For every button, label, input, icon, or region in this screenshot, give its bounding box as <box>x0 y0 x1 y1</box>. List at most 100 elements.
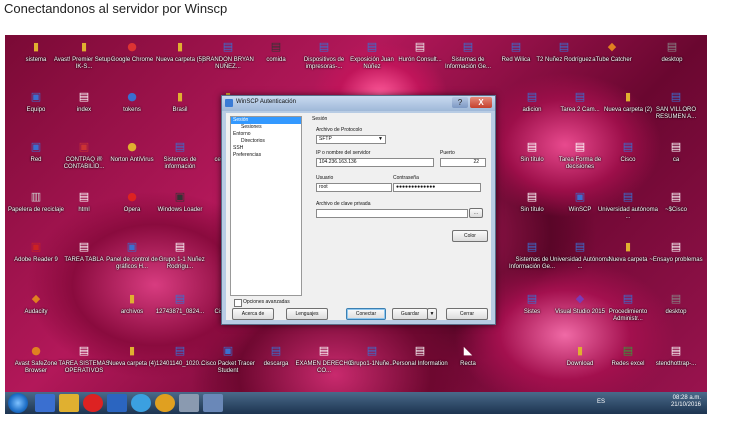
section-title: Sesión <box>312 116 328 122</box>
taskbar-ie-icon[interactable] <box>131 394 151 412</box>
desktop-icon-label: SAN VILLORO RESUMEN A... <box>655 107 697 120</box>
close-button[interactable]: X <box>470 97 492 108</box>
desktop-item-icon: ▣ <box>78 140 90 153</box>
user-label: Usuario <box>316 175 334 181</box>
taskbar-opera-icon[interactable] <box>83 394 103 412</box>
tree-item-sesion[interactable]: Sesión <box>231 117 301 124</box>
desktop-item-icon: ● <box>127 190 137 203</box>
desktop-item-icon: ▣ <box>126 240 138 253</box>
tree-item-entorno[interactable]: Entorno <box>231 131 301 138</box>
port-input[interactable]: 22 <box>440 158 486 167</box>
desktop-item-icon: ▤ <box>414 344 426 357</box>
desktop-icon[interactable]: ▤ ca <box>645 139 707 183</box>
desktop-icon[interactable]: ◆ Audacity <box>5 291 67 335</box>
desktop-icon[interactable]: ▤ SAN VILLORO RESUMEN A... <box>645 89 707 133</box>
desktop-icon-label: Audacity <box>24 309 48 315</box>
taskbar-folder-icon[interactable] <box>59 394 79 412</box>
dialog-titlebar[interactable]: WinSCP Autenticación ? X <box>222 96 495 111</box>
desktop-item-icon: ▤ <box>270 344 282 357</box>
protocol-label: Archivo de Protocolo <box>316 127 363 133</box>
protocol-select[interactable]: SFTP ▼ <box>316 135 386 144</box>
advanced-options-checkbox[interactable] <box>234 299 242 307</box>
desktop-item-icon: ▤ <box>78 344 90 357</box>
desktop-item-icon: ▮ <box>32 40 40 53</box>
tree-item-directorios[interactable]: Directorios <box>231 138 301 145</box>
desktop-item-icon: ▤ <box>670 344 682 357</box>
save-dropdown-chevron-down-icon[interactable]: ▼ <box>427 308 437 320</box>
protocol-value: SFTP <box>319 136 332 142</box>
desktop-icon[interactable]: ◣ Recta <box>437 343 499 387</box>
dialog-title: WinSCP Autenticación <box>236 99 296 105</box>
desktop-item-icon: ▤ <box>670 240 682 253</box>
cancel-button[interactable]: Cerrar <box>446 308 488 320</box>
desktop-item-icon: ▣ <box>30 90 42 103</box>
system-clock[interactable]: 08:28 a.m. 21/10/2016 <box>671 395 701 409</box>
desktop-item-icon: ▮ <box>176 40 184 53</box>
desktop-item-icon: ▤ <box>526 140 538 153</box>
desktop-icon[interactable]: ▤ desktop <box>641 39 703 83</box>
desktop-icon[interactable]: ▤ stendhottrap-... <box>645 343 707 387</box>
desktop-item-icon: ▤ <box>174 140 186 153</box>
desktop-item-icon: ▤ <box>670 292 682 305</box>
desktop-icon-label: desktop <box>665 309 687 315</box>
desktop-icon-label: stendhottrap-... <box>655 361 697 367</box>
desktop-item-icon: ● <box>127 40 137 53</box>
help-button[interactable]: ? <box>452 97 468 108</box>
connect-button[interactable]: Conectar <box>346 308 386 320</box>
desktop-item-icon: ▤ <box>666 40 678 53</box>
private-key-input[interactable] <box>316 209 468 218</box>
desktop-item-icon: ▤ <box>526 292 538 305</box>
document-title: Conectandonos al servidor por Winscp <box>4 1 228 16</box>
desktop-item-icon: ▮ <box>128 344 136 357</box>
taskbar-explorer-icon[interactable] <box>35 394 55 412</box>
desktop-item-icon: ▣ <box>222 344 234 357</box>
desktop-item-icon: ▤ <box>574 140 586 153</box>
desktop-item-icon: ▤ <box>222 40 234 53</box>
desktop-item-icon: ▤ <box>574 240 586 253</box>
desktop-item-icon: ▤ <box>174 240 186 253</box>
desktop-item-icon: ● <box>31 344 41 357</box>
taskbar-media-icon[interactable] <box>107 394 127 412</box>
desktop-icon[interactable]: ▣ Windows Loader <box>149 189 211 233</box>
desktop-icon-label: Recta <box>460 361 476 367</box>
desktop-icon-label: Windows Loader <box>157 207 203 213</box>
languages-button[interactable]: Lenguajes <box>286 308 328 320</box>
password-input[interactable]: ●●●●●●●●●●●●● <box>393 183 481 192</box>
port-value: 22 <box>473 159 479 165</box>
tree-item-sesiones[interactable]: Sesiones <box>231 124 301 131</box>
taskbar-chrome-icon[interactable] <box>155 394 175 412</box>
desktop-icon[interactable]: ◆ aTube Catcher <box>581 39 643 83</box>
color-button[interactable]: Color <box>452 230 488 242</box>
host-input[interactable]: 104.236.163.136 <box>316 158 434 167</box>
browse-key-button[interactable]: ... <box>469 208 483 218</box>
about-button[interactable]: Acerca de <box>232 308 274 320</box>
desktop-item-icon: ▣ <box>30 140 42 153</box>
user-input[interactable]: root <box>316 183 392 192</box>
desktop-item-icon: ▤ <box>318 40 330 53</box>
desktop-item-icon: ▮ <box>624 240 632 253</box>
desktop-item-icon: ▤ <box>622 344 634 357</box>
desktop-item-icon: ◆ <box>575 292 585 305</box>
desktop-item-icon: ▤ <box>526 90 538 103</box>
taskbar-tool-icon[interactable] <box>179 394 199 412</box>
desktop-icon-label: ca <box>672 157 680 163</box>
tree-item-preferencias[interactable]: Preferencias <box>231 152 301 159</box>
desktop-icon[interactable]: ▤ ~Ensayo problemas <box>645 239 707 283</box>
tree-item-ssh[interactable]: SSH <box>231 145 301 152</box>
desktop-icon[interactable]: ▤ desktop <box>645 291 707 335</box>
save-button[interactable]: Guardar <box>392 308 428 320</box>
winscp-login-dialog: WinSCP Autenticación ? X Sesión Sesiones… <box>221 95 496 325</box>
desktop-item-icon: ◆ <box>607 40 617 53</box>
start-button[interactable] <box>8 393 28 413</box>
desktop-item-icon: ▤ <box>318 344 330 357</box>
session-tree[interactable]: Sesión Sesiones Entorno Directorios SSH … <box>230 116 302 296</box>
desktop-item-icon: ▤ <box>174 344 186 357</box>
desktop-item-icon: ▤ <box>510 40 522 53</box>
desktop-item-icon: ▤ <box>622 140 634 153</box>
chevron-down-icon: ▼ <box>378 136 383 142</box>
private-key-label: Archivo de clave privada <box>316 201 371 207</box>
port-label: Puerto <box>440 150 455 156</box>
input-language[interactable]: ES <box>597 399 605 405</box>
taskbar-winscp-icon[interactable] <box>203 394 223 412</box>
desktop-icon[interactable]: ▤ ~$Cisco <box>645 189 707 233</box>
